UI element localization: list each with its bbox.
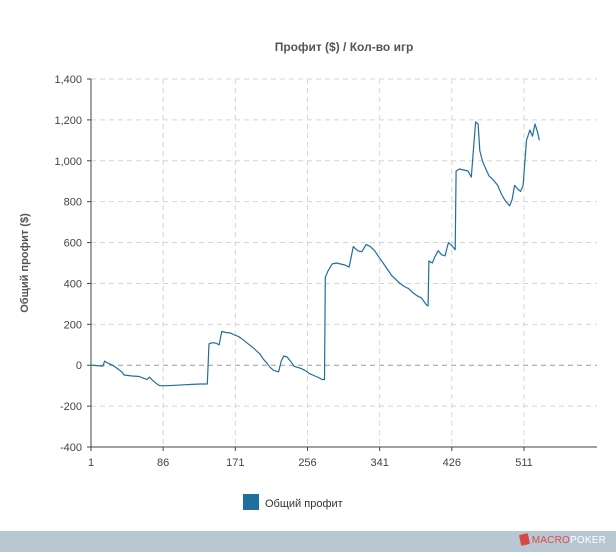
grid-lines: [91, 78, 597, 448]
series-layer: [90, 121, 540, 387]
chart-container: Профит ($) / Кол-во игр Общий профит ($)…: [0, 0, 616, 552]
x-tick-label: 341: [370, 457, 388, 469]
series-line-total-profit: [90, 121, 540, 387]
x-tick-label: 256: [298, 457, 316, 469]
axes: 1,400 1,200 1,000 800 600 400 200 0 -200 -400 1 86 1…: [54, 74, 597, 469]
chart-title: Профит ($) / Кол-во игр: [275, 40, 414, 54]
y-tick-label: 400: [64, 278, 82, 290]
x-tick-label: 1: [88, 457, 94, 469]
y-tick-label: -200: [60, 401, 82, 413]
y-tick-label: 600: [64, 238, 82, 250]
y-tick-label: 1,400: [54, 74, 82, 86]
x-tick-label: 86: [157, 457, 169, 469]
y-tick-label: 1,200: [54, 115, 82, 127]
y-tick-label: 0: [76, 360, 82, 372]
legend-swatch: [243, 494, 259, 510]
macropoker-logo: MACROPOKER: [518, 533, 606, 546]
y-tick-label: -400: [60, 442, 82, 454]
brand-macro: MACRO: [531, 535, 570, 546]
brand-poker: POKER: [569, 535, 606, 546]
y-axis-label: Общий профит ($): [19, 213, 31, 313]
x-tick-label: 426: [443, 457, 461, 469]
legend: Общий профит: [243, 494, 343, 510]
x-tick-label: 171: [226, 457, 244, 469]
profit-line-chart: Профит ($) / Кол-во игр Общий профит ($)…: [19, 40, 597, 510]
playing-card-icon: [518, 533, 530, 546]
legend-label: Общий профит: [265, 498, 343, 510]
footer-bar: MACROPOKER: [0, 531, 616, 552]
y-tick-label: 800: [64, 197, 82, 209]
y-tick-label: 200: [64, 319, 82, 331]
x-tick-label: 511: [515, 457, 533, 469]
y-tick-label: 1,000: [54, 156, 82, 168]
